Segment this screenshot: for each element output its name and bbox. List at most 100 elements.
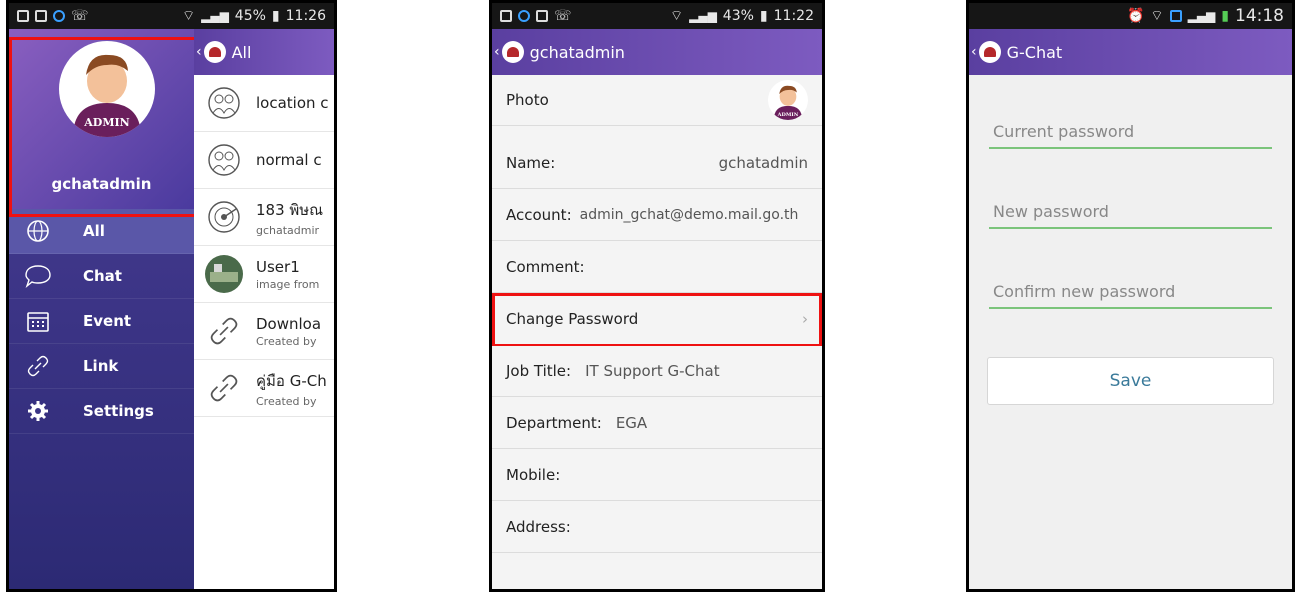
account-label: Account: (506, 206, 572, 224)
name-label: Name: (506, 154, 556, 172)
content-list-pane: ‹ All location c normal c 183 พิษณ gchata… (194, 29, 334, 589)
department-label: Department: (506, 414, 602, 432)
phone-screen-profile: ☏ ⌔ ▂▄▆ 43% ▮ 11:22 ‹ gchatadmin Photo A… (489, 0, 825, 592)
list-item-title: normal c (256, 151, 322, 169)
list-item-title: location c (256, 94, 329, 112)
list-item-title: Downloa (256, 314, 322, 333)
drawer-item-settings[interactable]: Settings (9, 389, 194, 434)
chat-bubble-icon (23, 261, 53, 291)
signal-icon: ▂▄▆ (689, 9, 717, 23)
account-value: admin_gchat@demo.mail.go.th (579, 207, 799, 223)
drawer-item-link[interactable]: Link (9, 344, 194, 389)
current-password-field[interactable]: Current password (989, 115, 1272, 149)
app-logo-icon (978, 41, 1001, 63)
sync-icon (518, 10, 530, 22)
drawer-item-label: Event (83, 312, 132, 330)
back-chevron-icon[interactable]: ‹ (971, 44, 977, 60)
alarm-icon: ⏰ (1126, 8, 1145, 24)
list-item[interactable]: 183 พิษณ gchatadmir (194, 189, 334, 246)
list-item[interactable]: location c (194, 75, 334, 132)
data-icon (1169, 10, 1182, 22)
calendar-icon (23, 306, 53, 336)
new-password-field[interactable]: New password (989, 195, 1272, 229)
list-item-title: User1 (256, 257, 300, 276)
job-label: Job Title: (506, 362, 572, 380)
list-item[interactable]: Downloa Created by (194, 303, 334, 360)
profile-row-department: Department: EGA (492, 398, 822, 449)
status-bar: ⏰ ⌔ ▂▄▆ ▮ 14:18 (969, 3, 1292, 29)
radar-icon (204, 197, 244, 237)
signal-icon: ▂▄▆ (1187, 9, 1216, 23)
screen-2: ☏ ⌔ ▂▄▆ 43% ▮ 11:22 ‹ gchatadmin Photo A… (492, 3, 822, 589)
profile-row-name: Name: gchatadmin (492, 138, 822, 189)
app-logo-icon (501, 41, 524, 63)
battery-icon: ▮ (1221, 8, 1229, 24)
list-item[interactable]: User1 image from (194, 246, 334, 303)
save-button[interactable]: Save (987, 357, 1274, 405)
current-password-placeholder: Current password (993, 122, 1135, 141)
app-icon (35, 10, 47, 22)
wifi-icon: ⌔ (669, 8, 684, 24)
link-icon (204, 368, 244, 408)
confirm-password-placeholder: Confirm new password (993, 282, 1176, 301)
call-icon: ☏ (554, 8, 572, 24)
back-chevron-icon[interactable]: ‹ (196, 44, 202, 60)
clock: 11:22 (773, 8, 814, 24)
app-bar: ‹ gchatadmin (492, 29, 822, 75)
name-value: gchatadmin (718, 154, 808, 172)
gear-icon (23, 396, 53, 426)
list-item[interactable]: normal c (194, 132, 334, 189)
profile-row-mobile[interactable]: Mobile: (492, 450, 822, 501)
profile-row-photo[interactable]: Photo ADMIN (492, 75, 822, 126)
app-bar: ‹ G-Chat (969, 29, 1292, 75)
app-logo-icon (203, 41, 226, 63)
profile-row-job-title: Job Title: IT Support G-Chat (492, 346, 822, 397)
mobile-label: Mobile: (506, 466, 561, 484)
highlight-profile-header (9, 37, 202, 217)
signal-icon: ▂▄▆ (201, 9, 229, 23)
list-item[interactable]: คู่มือ G-Ch Created by (194, 360, 334, 417)
battery-icon: ▮ (759, 8, 768, 24)
back-chevron-icon[interactable]: ‹ (494, 44, 500, 60)
avatar-label: ADMIN (777, 112, 799, 118)
address-label: Address: (506, 518, 571, 536)
drawer-item-label: All (83, 222, 105, 240)
profile-row-comment[interactable]: Comment: (492, 242, 822, 293)
screen-1: ☏ ⌔ ▂▄▆ 45% ▮ 11:26 ADMIN gchatadmin All… (9, 3, 334, 589)
confirm-password-field[interactable]: Confirm new password (989, 275, 1272, 309)
list-item-subtitle: gchatadmir (256, 223, 320, 237)
page-title: gchatadmin (529, 42, 625, 62)
app-bar: ‹ All (194, 29, 334, 75)
notification-icon (17, 10, 29, 22)
phone-screen-drawer: ☏ ⌔ ▂▄▆ 45% ▮ 11:26 ADMIN gchatadmin All… (6, 0, 337, 592)
status-bar: ☏ ⌔ ▂▄▆ 45% ▮ 11:26 (9, 3, 334, 29)
list-item-title: คู่มือ G-Ch (256, 371, 327, 390)
list-item-title: 183 พิษณ (256, 200, 324, 219)
list-header-title: All (231, 42, 252, 62)
list-item-subtitle: Created by (256, 334, 317, 348)
battery-percent: 45% (234, 8, 266, 24)
drawer-item-label: Link (83, 357, 119, 375)
clock: 11:26 (285, 8, 326, 24)
wifi-icon: ⌔ (181, 8, 196, 24)
drawer-item-event[interactable]: Event (9, 299, 194, 344)
battery-icon: ▮ (271, 8, 280, 24)
photo-thumbnail (204, 254, 244, 294)
screen-3: ⏰ ⌔ ▂▄▆ ▮ 14:18 ‹ G-Chat Current passwor… (969, 3, 1292, 589)
highlight-change-password (492, 293, 822, 347)
phone-screen-change-password: ⏰ ⌔ ▂▄▆ ▮ 14:18 ‹ G-Chat Current passwor… (966, 0, 1295, 592)
comment-label: Comment: (506, 258, 585, 276)
avatar: ADMIN (768, 80, 808, 120)
drawer-item-chat[interactable]: Chat (9, 254, 194, 299)
profile-row-address[interactable]: Address: (492, 502, 822, 553)
photo-label: Photo (506, 91, 549, 109)
link-icon (204, 311, 244, 351)
drawer-item-label: Settings (83, 402, 154, 420)
sync-icon (53, 10, 65, 22)
battery-percent: 43% (722, 8, 754, 24)
app-icon (500, 10, 512, 22)
status-bar: ☏ ⌔ ▂▄▆ 43% ▮ 11:22 (492, 3, 822, 29)
group-icon (204, 140, 244, 180)
clock: 14:18 (1235, 6, 1284, 26)
list-item-subtitle: Created by (256, 394, 317, 408)
